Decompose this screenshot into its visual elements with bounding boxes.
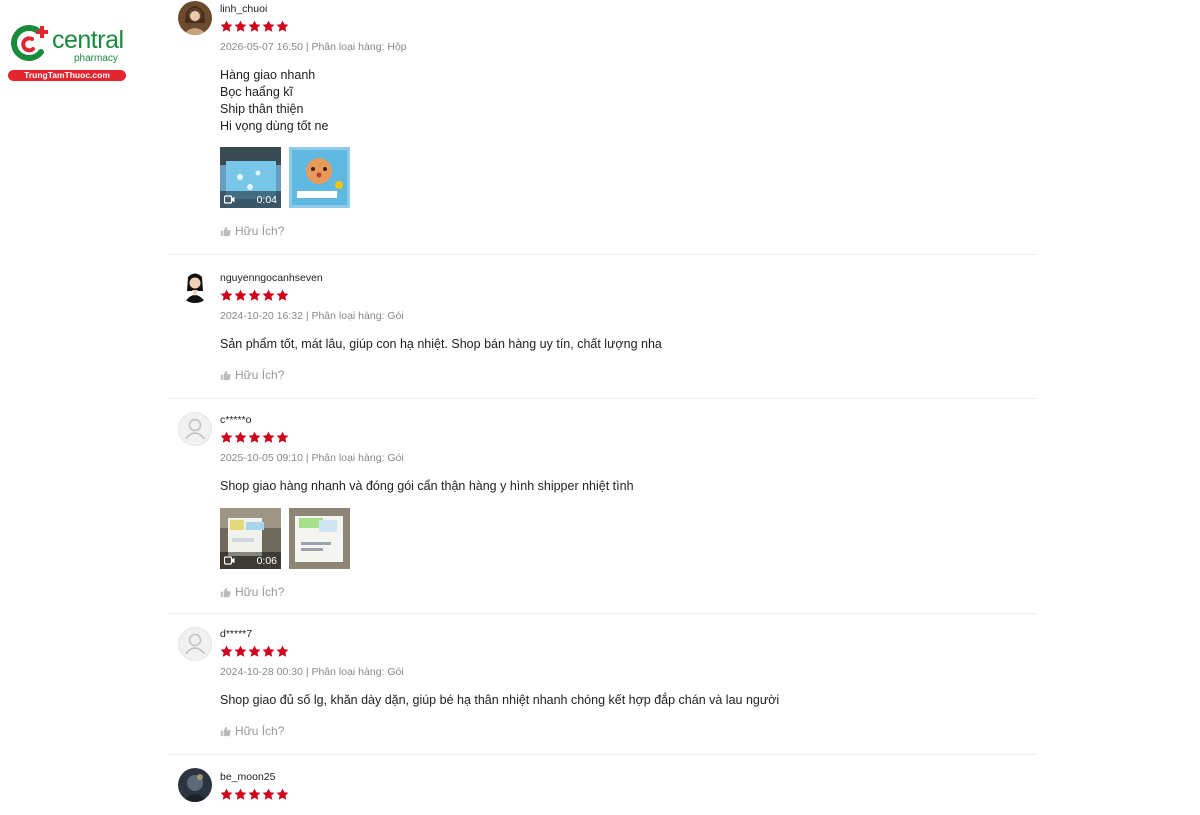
star-icon [234,788,247,800]
avatar[interactable] [178,768,212,802]
helpful-label: Hữu Ích? [235,724,285,738]
review-item: c*****o 2025-10-05 09:10 | Phân loại hàn… [168,399,1036,614]
review-video-thumbnail[interactable]: 0:04 [220,147,281,208]
review-text-line: Hi vọng dùng tốt ne [220,119,329,133]
star-icon [220,788,233,800]
helpful-button[interactable]: Hữu Ích? [220,368,1036,382]
review-variant: Phân loại hàng: Hộp [311,41,407,53]
helpful-button[interactable]: Hữu Ích? [220,724,1036,738]
review-meta: 2024-10-28 00:30 | Phân loại hàng: Gói [220,666,404,678]
star-icon [276,431,289,443]
review-list: linh_chuoi 2026-05-07 16:50 | Phân loại … [168,0,1036,815]
video-duration: 0:06 [256,554,277,567]
star-icon [234,289,247,301]
review-variant: Phân loại hàng: Gói [311,452,404,464]
review-media: 0:06 [220,508,1036,569]
reviewer-name[interactable]: be_moon25 [220,770,1036,784]
review-item: d*****7 2024-10-28 00:30 | Phân loại hàn… [168,614,1036,755]
star-icon [262,431,275,443]
star-icon [276,289,289,301]
helpful-label: Hữu Ích? [235,368,285,382]
review-photo-thumbnail[interactable] [289,147,350,208]
helpful-label: Hữu Ích? [235,224,285,238]
video-duration: 0:04 [256,193,277,206]
central-pharmacy-logo-icon [11,25,48,61]
video-camera-icon [224,556,235,565]
star-rating [220,431,1036,445]
review-text-line: Sản phẩm tốt, mát lâu, giúp con hạ nhiệt… [220,337,662,351]
review-item: be_moon25 [168,755,1036,815]
video-camera-icon [224,195,235,204]
star-icon [262,645,275,657]
star-icon [248,645,261,657]
helpful-button[interactable]: Hữu Ích? [220,585,1036,599]
avatar[interactable] [178,269,212,303]
thumbs-up-icon [220,726,231,736]
star-icon [234,20,247,32]
review-item: nguyenngocanhseven 2024-10-20 16:32 | Ph… [168,255,1036,399]
star-icon [234,645,247,657]
star-icon [234,431,247,443]
star-rating [220,645,1036,659]
review-video-thumbnail[interactable]: 0:06 [220,508,281,569]
star-icon [220,289,233,301]
review-photo-thumbnail[interactable] [289,508,350,569]
thumbs-up-icon [220,370,231,380]
helpful-button[interactable]: Hữu Ích? [220,224,1036,238]
review-content: Sản phẩm tốt, mát lâu, giúp con hạ nhiệt… [220,336,1036,353]
star-icon [276,20,289,32]
review-meta: 2025-10-05 09:10 | Phân loại hàng: Gói [220,452,404,464]
thumbs-up-icon [220,226,231,236]
review-media: 0:04 [220,147,1036,208]
review-content: Hàng giao nhanh Bọc haẩng kĩ Ship thân t… [220,67,1036,135]
reviewer-name[interactable]: d*****7 [220,627,1036,641]
avatar[interactable] [178,412,212,446]
review-date: 2024-10-20 16:32 [220,310,303,322]
review-text-line: Bọc haẩng kĩ [220,85,293,99]
reviewer-name[interactable]: c*****o [220,413,1036,427]
review-variant: Phân loại hàng: Gói [311,666,404,678]
star-icon [248,431,261,443]
star-icon [248,20,261,32]
reviewer-name[interactable]: nguyenngocanhseven [220,271,1036,285]
thumbs-up-icon [220,587,231,597]
star-icon [262,289,275,301]
review-variant: Phân loại hàng: Gói [311,310,404,322]
star-icon [220,20,233,32]
star-icon [262,788,275,800]
review-date: 2025-10-05 09:10 [220,452,303,464]
user-placeholder-icon [184,633,206,655]
review-content: Shop giao đủ số lg, khăn dày dặn, giúp b… [220,692,1036,709]
star-icon [248,289,261,301]
star-icon [220,645,233,657]
review-text-line: Hàng giao nhanh [220,68,316,82]
helpful-label: Hữu Ích? [235,585,285,599]
brand-sub: pharmacy [74,53,118,64]
review-text-line: Shop giao đủ số lg, khăn dày dặn, giúp b… [220,693,780,707]
star-icon [248,788,261,800]
avatar[interactable] [178,627,212,661]
brand-site: TrungTamThuoc.com [8,70,126,81]
brand-logo[interactable]: central pharmacy TrungTamThuoc.com [8,22,128,82]
user-placeholder-icon [184,418,206,440]
star-rating [220,289,1036,303]
star-icon [276,645,289,657]
review-item: linh_chuoi 2026-05-07 16:50 | Phân loại … [168,0,1036,255]
star-icon [262,20,275,32]
star-icon [276,788,289,800]
review-date: 2024-10-28 00:30 [220,666,303,678]
brand-name: central [52,26,124,54]
reviewer-name[interactable]: linh_chuoi [220,2,1036,16]
avatar[interactable] [178,1,212,35]
review-text-line: Shop giao hàng nhanh và đóng gói cẩn thậ… [220,479,634,493]
review-meta: 2024-10-20 16:32 | Phân loại hàng: Gói [220,310,404,322]
review-content: Shop giao hàng nhanh và đóng gói cẩn thậ… [220,478,1036,495]
review-meta: 2026-05-07 16:50 | Phân loại hàng: Hộp [220,41,407,53]
star-rating [220,20,1036,34]
star-icon [220,431,233,443]
review-text-line: Ship thân thiện [220,102,304,116]
review-date: 2026-05-07 16:50 [220,41,303,53]
